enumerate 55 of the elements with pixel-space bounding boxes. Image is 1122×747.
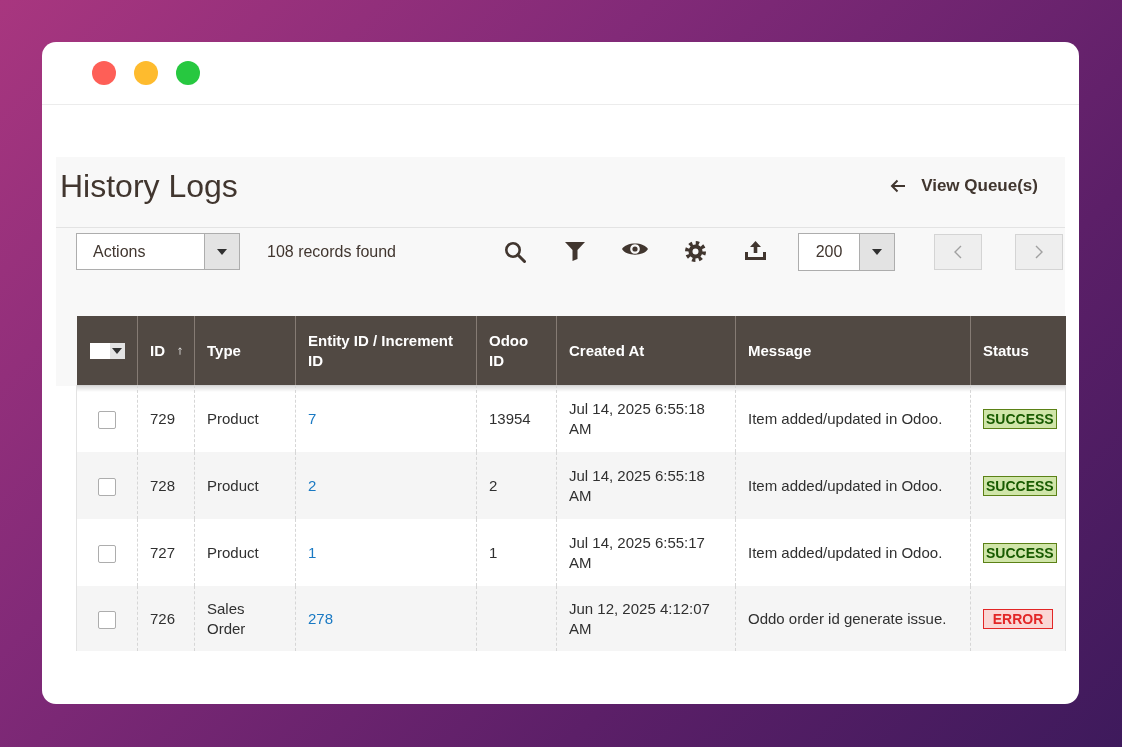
search-icon[interactable] (504, 240, 526, 263)
table-cell: 728 (137, 452, 195, 519)
mass-select-control[interactable] (89, 342, 125, 359)
row-checkbox[interactable] (98, 610, 116, 629)
table-cell: Sales Order (194, 586, 296, 651)
entity-link[interactable]: 2 (308, 476, 317, 494)
table-cell: 13954 (476, 385, 557, 452)
eye-icon[interactable] (622, 240, 648, 257)
table-cell: Jul 14, 2025 6:55:18 AM (556, 385, 736, 452)
next-page-button[interactable] (1015, 233, 1063, 270)
per-page-dropdown[interactable]: 200 (798, 232, 895, 271)
table-cell: 2 (476, 452, 557, 519)
page-title: History Logs (60, 167, 238, 205)
caret-icon (112, 347, 122, 354)
view-queues-link[interactable]: View Queue(s) (890, 176, 1038, 196)
window-minimize-icon[interactable] (134, 61, 158, 85)
entity-link[interactable]: 278 (308, 609, 334, 627)
status-badge: SUCCESS (983, 475, 1057, 496)
column-header[interactable]: Message (735, 316, 971, 385)
row-checkbox[interactable] (98, 410, 116, 429)
upload-icon[interactable] (744, 240, 766, 260)
row-checkbox[interactable] (98, 477, 116, 496)
entity-link[interactable]: 1 (308, 543, 317, 561)
status-badge: SUCCESS (983, 542, 1057, 563)
table-cell: 726 (137, 586, 195, 651)
chevron-left-icon (954, 244, 962, 259)
column-header[interactable]: Entity ID / Increment ID (295, 316, 477, 385)
funnel-icon[interactable] (565, 240, 585, 261)
actions-dropdown[interactable]: Actions (76, 233, 240, 270)
column-header[interactable]: ID (137, 316, 195, 385)
previous-page-button[interactable] (934, 233, 982, 270)
records-count: 108 records found (267, 242, 396, 261)
table-cell: Item added/updated in Odoo. (735, 452, 971, 519)
arrow-left-icon (890, 179, 907, 193)
row-checkbox[interactable] (98, 544, 116, 563)
table-cell: Jul 14, 2025 6:55:18 AM (556, 452, 736, 519)
window-maximize-icon[interactable] (176, 61, 200, 85)
chevron-right-icon (1035, 244, 1043, 259)
column-header[interactable]: Odoo ID (476, 316, 557, 385)
column-header[interactable]: Status (970, 316, 1066, 385)
caret-icon (872, 248, 882, 255)
window-close-icon[interactable] (92, 61, 116, 85)
column-header[interactable]: Created At (556, 316, 736, 385)
caret-icon (217, 248, 227, 255)
table-cell: Oddo order id generate issue. (735, 586, 971, 651)
status-badge: SUCCESS (983, 408, 1057, 429)
table-cell: Item added/updated in Odoo. (735, 385, 971, 452)
status-badge: ERROR (983, 608, 1053, 629)
table-cell: 729 (137, 385, 195, 452)
table-cell: Jun 12, 2025 4:12:07 AM (556, 586, 736, 651)
gear-icon[interactable] (684, 240, 706, 262)
entity-link[interactable]: 7 (308, 409, 317, 427)
column-header[interactable]: Type (194, 316, 296, 385)
table-cell: Product (194, 385, 296, 452)
table-cell: Product (194, 452, 296, 519)
